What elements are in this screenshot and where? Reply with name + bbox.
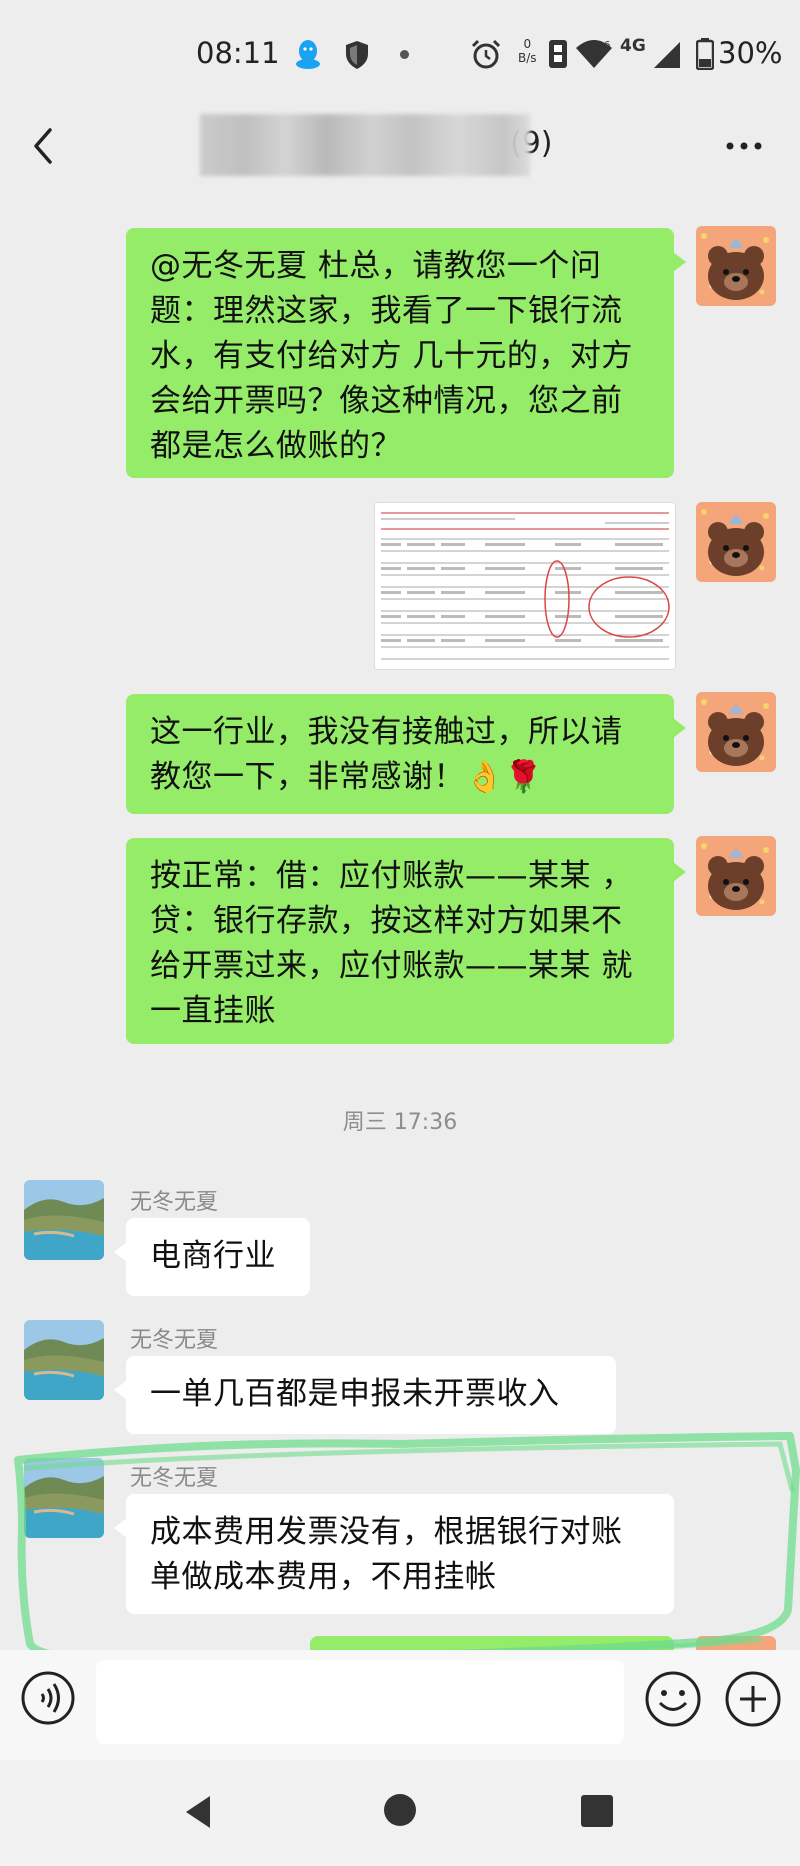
status-bar: 08:11 0 B/s 6 4G 30% [0, 0, 800, 110]
message-text: 按正常：借：应付账款——某某 ，贷：银行存款，按这样对方如果不给开票过来，应付账… [150, 858, 633, 1029]
message-bubble[interactable]: 一单几百都是申报未开票收入 [114, 1356, 616, 1434]
redacted-title [200, 114, 530, 176]
contact-avatar[interactable] [24, 1180, 104, 1260]
nav-recents-icon[interactable] [580, 1794, 614, 1828]
emoji-icon[interactable] [644, 1670, 702, 1728]
message-text: 这一行业，我没有接触过，所以请教您一下，非常感谢！👌🌹 [150, 714, 623, 795]
system-nav-bar [0, 1760, 800, 1866]
svg-text:6: 6 [604, 40, 610, 51]
sender-name: 无冬无夏 [130, 1190, 219, 1215]
bank-statement-thumbnail [375, 503, 675, 669]
shield-icon [346, 41, 368, 69]
sender-name: 无冬无夏 [130, 1466, 219, 1491]
b-icon [549, 40, 567, 68]
message-text: 电商行业 [150, 1238, 276, 1274]
message-text: @无冬无夏 杜总，请教您一个问题：理然这家，我看了一下银行流水，有支付给对方 几… [150, 248, 633, 464]
alarm-icon [471, 39, 501, 69]
nav-back-icon[interactable] [180, 1792, 216, 1832]
qq-icon [296, 40, 320, 69]
chat-header: (9) [0, 110, 800, 186]
message-bubble[interactable]: 电商行业 [114, 1218, 310, 1296]
voice-icon[interactable] [20, 1670, 76, 1726]
back-icon[interactable] [26, 118, 60, 174]
input-bar [0, 1650, 800, 1760]
network-type: 4G [620, 36, 646, 56]
my-avatar[interactable] [696, 836, 776, 916]
net-speed-unit: B/s [518, 51, 537, 65]
message-text: 一单几百都是申报未开票收入 [150, 1376, 560, 1412]
net-speed-value: 0 [523, 37, 532, 51]
time-divider: 周三 17:36 [342, 1110, 458, 1135]
my-avatar[interactable] [696, 502, 776, 582]
notification-dot [400, 50, 409, 59]
my-avatar[interactable] [696, 692, 776, 772]
contact-avatar[interactable] [24, 1458, 104, 1538]
message-bubble[interactable]: 成本费用发票没有，根据银行对账单做成本费用，不用挂帐 [114, 1494, 674, 1614]
more-icon[interactable] [722, 132, 766, 160]
status-time: 08:11 [196, 36, 280, 70]
my-avatar[interactable] [696, 226, 776, 306]
bank-statement-image[interactable] [374, 502, 676, 670]
contact-avatar[interactable] [24, 1320, 104, 1400]
message-bubble[interactable]: 这一行业，我没有接触过，所以请教您一下，非常感谢！👌🌹 [126, 694, 686, 814]
sender-name: 无冬无夏 [130, 1328, 219, 1353]
battery-percent: 30% [718, 36, 783, 70]
net-speed: 0 B/s [518, 37, 537, 65]
battery-icon [696, 38, 714, 70]
message-input[interactable] [96, 1660, 624, 1744]
message-bubble[interactable]: 按正常：借：应付账款——某某 ，贷：银行存款，按这样对方如果不给开票过来，应付账… [126, 838, 686, 1044]
message-bubble[interactable]: @无冬无夏 杜总，请教您一个问题：理然这家，我看了一下银行流水，有支付给对方 几… [126, 228, 686, 478]
wifi-icon: 6 [576, 40, 612, 68]
message-text: 成本费用发票没有，根据银行对账单做成本费用，不用挂帐 [150, 1514, 623, 1595]
signal-icon [654, 42, 680, 68]
nav-home-icon[interactable] [382, 1792, 418, 1828]
plus-icon[interactable] [724, 1670, 782, 1728]
